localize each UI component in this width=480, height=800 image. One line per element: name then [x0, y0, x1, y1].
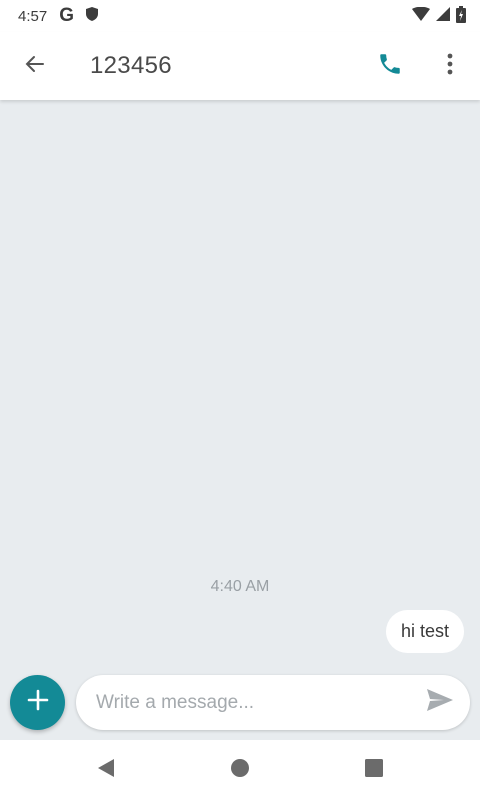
call-button[interactable] [360, 32, 420, 100]
message-input[interactable] [96, 691, 420, 714]
recents-square-icon [364, 758, 384, 783]
system-navigation-bar [0, 740, 480, 800]
conversation-area[interactable]: 4:40 AM hi test [0, 100, 480, 740]
status-left: 4:57 G [18, 5, 98, 27]
message-bubble-outgoing[interactable]: hi test [385, 610, 464, 653]
conversation-title: 123456 [90, 52, 172, 79]
signal-icon [436, 7, 450, 25]
more-vert-icon [447, 53, 453, 80]
back-button[interactable] [0, 32, 70, 100]
app-bar: 123456 [0, 32, 480, 100]
google-icon: G [59, 5, 74, 26]
back-triangle-icon [97, 758, 115, 783]
battery-icon [456, 5, 466, 27]
send-button[interactable] [420, 683, 460, 723]
send-icon [426, 688, 454, 717]
status-right [412, 5, 466, 27]
phone-icon [377, 51, 403, 82]
shield-icon [85, 7, 98, 25]
message-timestamp: 4:40 AM [210, 578, 270, 595]
attach-button[interactable] [10, 675, 65, 730]
status-time: 4:57 [18, 7, 48, 25]
message-composer [76, 675, 470, 730]
back-arrow-icon [23, 52, 47, 81]
nav-recents-button[interactable] [307, 740, 441, 800]
status-bar: 4:57 G [0, 0, 480, 32]
wifi-icon [412, 6, 430, 25]
nav-home-button[interactable] [173, 740, 307, 800]
plus-icon [27, 689, 49, 716]
home-circle-icon [230, 758, 250, 783]
more-options-button[interactable] [420, 32, 480, 100]
nav-back-button[interactable] [39, 740, 173, 800]
